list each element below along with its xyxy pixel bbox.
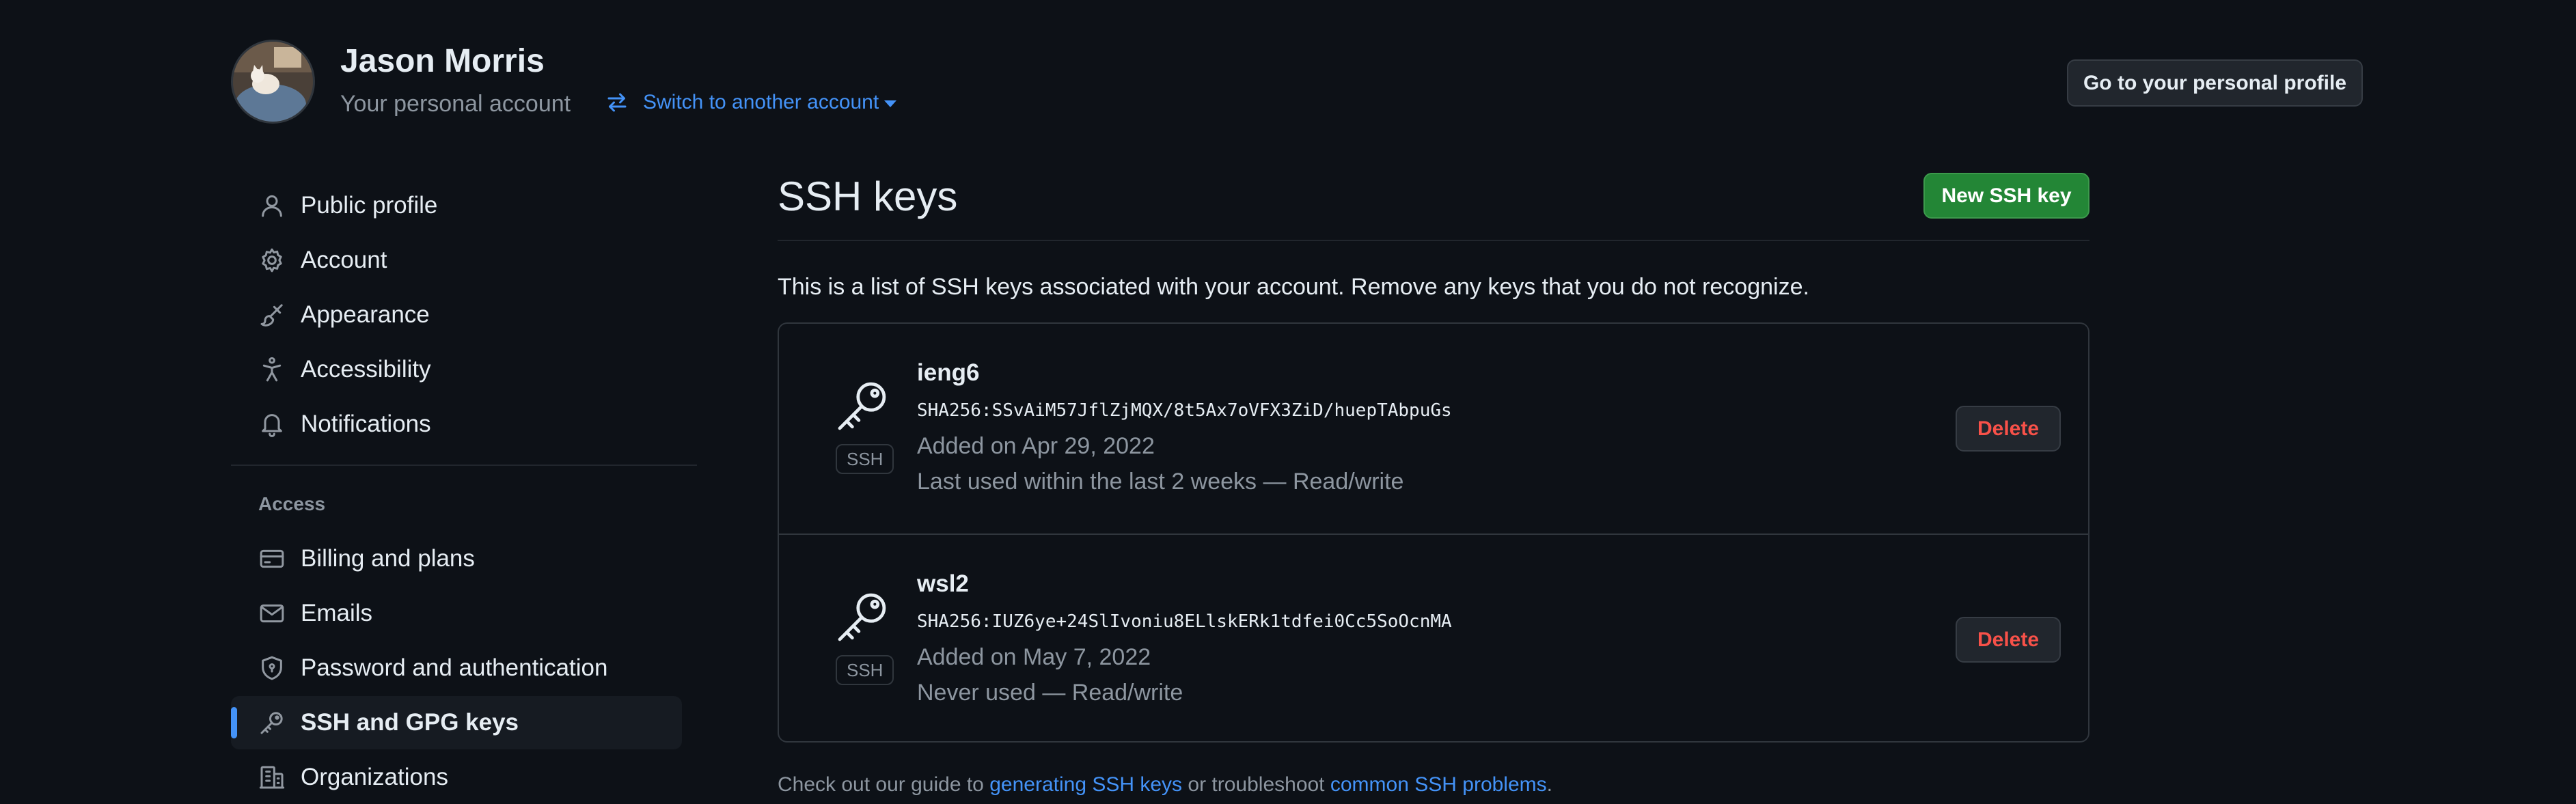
intro-text: This is a list of SSH keys associated wi… [778, 274, 1809, 300]
account-type-label: Your personal account [340, 91, 571, 117]
title-divider [778, 240, 2089, 241]
delete-key-button[interactable]: Delete [1956, 406, 2061, 452]
ssh-key-list: SSH ieng6 SHA256:SSvAiM57JflZjMQX/8t5Ax7… [778, 322, 2089, 743]
sidebar-item-public-profile[interactable]: Public profile [231, 179, 682, 232]
footer-prefix: Check out our guide to [778, 773, 984, 796]
ssh-badge: SSH [836, 655, 894, 685]
sidebar-item-label: Public profile [301, 192, 438, 219]
sidebar-item-emails[interactable]: Emails [231, 587, 682, 640]
page-title: SSH keys [778, 174, 958, 219]
key-icon [832, 376, 892, 436]
sidebar-item-password-auth[interactable]: Password and authentication [231, 641, 682, 695]
user-name: Jason Morris [340, 43, 545, 79]
key-icon [832, 587, 892, 647]
sidebar-item-label: Notifications [301, 411, 431, 437]
ssh-badge: SSH [836, 444, 894, 474]
gear-icon [258, 247, 286, 274]
key-last-used: Never used — Read/write [917, 680, 1183, 706]
key-icon [258, 709, 286, 736]
sidebar-item-appearance[interactable]: Appearance [231, 288, 682, 342]
sidebar-item-account[interactable]: Account [231, 234, 682, 287]
sidebar-item-label: Accessibility [301, 356, 431, 383]
arrow-switch-icon [605, 90, 629, 115]
key-added-date: Added on May 7, 2022 [917, 644, 1151, 670]
sidebar-item-label: Billing and plans [301, 545, 475, 572]
sidebar-item-label: SSH and GPG keys [301, 709, 519, 736]
key-fingerprint: SHA256:SSvAiM57JflZjMQX/8t5Ax7oVFX3ZiD/h… [917, 400, 1452, 421]
generating-ssh-keys-link[interactable]: generating SSH keys [989, 773, 1182, 796]
shield-lock-icon [258, 654, 286, 682]
credit-card-icon [258, 545, 286, 572]
paintbrush-icon [258, 301, 286, 329]
organization-icon [258, 764, 286, 791]
footer-middle: or troubleshoot [1188, 773, 1325, 796]
switch-account-label: Switch to another account [643, 91, 879, 113]
sidebar-item-notifications[interactable]: Notifications [231, 398, 682, 451]
sidebar-item-label: Organizations [301, 764, 448, 790]
key-added-date: Added on Apr 29, 2022 [917, 433, 1155, 459]
ssh-key-row: SSH wsl2 SHA256:IUZ6ye+24SlIvoniu8ELlskE… [779, 533, 2088, 744]
go-to-profile-button[interactable]: Go to your personal profile [2067, 59, 2363, 107]
key-title: wsl2 [917, 570, 969, 597]
new-ssh-key-button[interactable]: New SSH key [1923, 173, 2089, 219]
key-fingerprint: SHA256:IUZ6ye+24SlIvoniu8ELlskERk1tdfei0… [917, 611, 1452, 632]
key-last-used: Last used within the last 2 weeks — Read… [917, 469, 1404, 495]
sidebar-item-accessibility[interactable]: Accessibility [231, 343, 682, 396]
accessibility-icon [258, 356, 286, 383]
sidebar-heading-access: Access [258, 493, 326, 514]
switch-account-button[interactable]: Switch to another account [605, 90, 897, 115]
sidebar-item-billing[interactable]: Billing and plans [231, 532, 682, 585]
delete-key-button[interactable]: Delete [1956, 617, 2061, 663]
person-icon [258, 192, 286, 219]
ssh-key-row: SSH ieng6 SHA256:SSvAiM57JflZjMQX/8t5Ax7… [779, 324, 2088, 533]
sidebar-divider [231, 465, 697, 466]
key-title: ieng6 [917, 359, 980, 386]
sidebar-item-label: Password and authentication [301, 654, 608, 681]
caret-down-icon [884, 100, 897, 107]
footer-help-text: Check out our guide to generating SSH ke… [778, 773, 1552, 796]
mail-icon [258, 600, 286, 627]
bell-icon [258, 411, 286, 438]
common-ssh-problems-link[interactable]: common SSH problems [1330, 773, 1547, 796]
sidebar-item-label: Appearance [301, 301, 430, 328]
avatar[interactable] [231, 40, 315, 124]
sidebar-item-ssh-gpg-keys[interactable]: SSH and GPG keys [231, 696, 682, 749]
sidebar-item-label: Emails [301, 600, 373, 626]
footer-suffix: . [1546, 773, 1552, 796]
sidebar-item-label: Account [301, 247, 387, 273]
sidebar-item-organizations[interactable]: Organizations [231, 751, 682, 804]
